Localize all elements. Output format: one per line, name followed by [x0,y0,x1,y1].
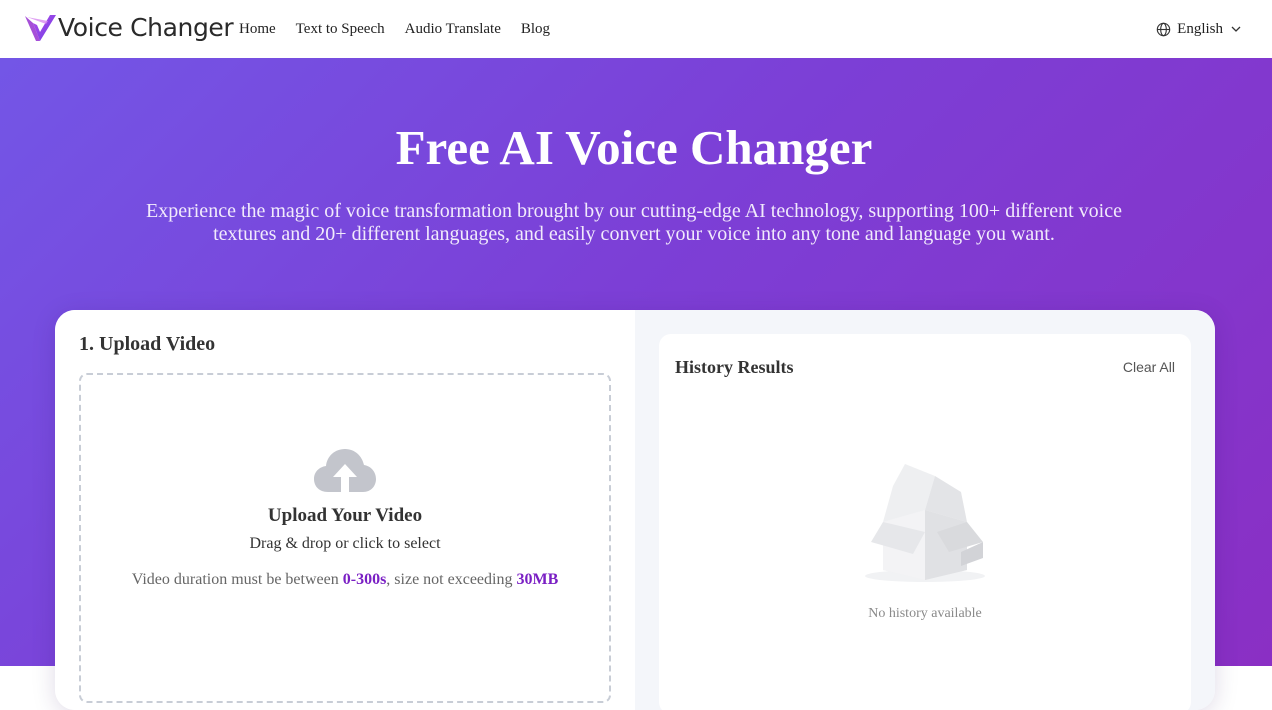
duration-range: 0-300s [342,571,387,588]
language-selector[interactable]: English [1156,0,1242,58]
empty-box-icon [865,464,985,582]
limit-middle: , size not exceeding [386,571,517,588]
upload-title: Upload Your Video [267,505,423,526]
video-dropzone[interactable]: Upload Your Video Drag & drop or click t… [79,373,611,703]
page-title: Free AI Voice Changer [395,120,873,175]
top-navbar: Voice Changer Home Text to Speech Audio … [0,0,1272,58]
upload-limits: Video duration must be between 0-300s, s… [81,571,609,589]
limit-prefix: Video duration must be between [131,571,343,588]
main-card: 1. Upload Video Upload Your Video Drag &… [55,310,1215,710]
hero-subtitle: Experience the magic of voice transforma… [146,200,1122,245]
logo-text: Voice Changer [58,13,234,42]
nav-text-to-speech[interactable]: Text to Speech [296,21,385,38]
history-title: History Results [675,357,794,377]
empty-history-text: No history available [868,606,982,621]
chevron-down-icon [1231,26,1241,32]
cloud-upload-icon [314,449,376,492]
v-logo-icon [25,15,56,41]
history-box: History Results Clear All No history ava… [659,334,1191,710]
main-nav: Home Text to Speech Audio Translate Blog [239,0,570,58]
nav-blog[interactable]: Blog [521,21,550,38]
logo[interactable]: Voice Changer [24,13,234,43]
nav-home[interactable]: Home [239,21,276,38]
nav-audio-translate[interactable]: Audio Translate [405,21,501,38]
clear-all-button[interactable]: Clear All [1123,359,1175,375]
history-panel: History Results Clear All No history ava… [635,310,1215,710]
language-label: English [1177,20,1223,37]
max-size: 30MB [516,571,559,588]
upload-section-title: 1. Upload Video [79,333,216,355]
upload-panel: 1. Upload Video Upload Your Video Drag &… [55,310,635,710]
globe-icon [1156,22,1171,36]
upload-hint: Drag & drop or click to select [249,535,441,552]
